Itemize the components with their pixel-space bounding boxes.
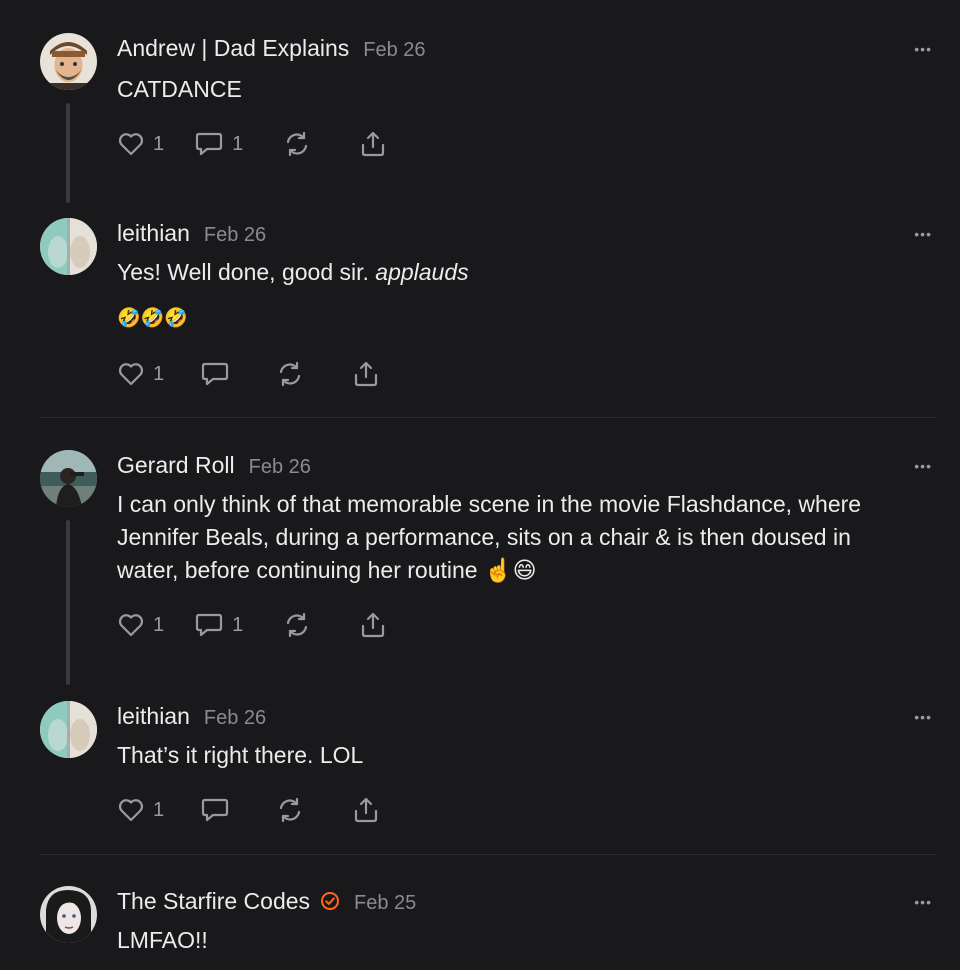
more-options-icon[interactable]: ••• [914,894,932,910]
author-name[interactable]: leithian [117,703,190,729]
comment-body-text: Yes! Well done, good sir. [117,259,376,285]
share-icon [355,361,378,387]
like-button[interactable]: 1 [117,612,164,638]
comment-header: The Starfire Codes Feb 25 [117,888,416,916]
comment-actions: 1 [117,359,380,389]
comment-bubble-icon [202,798,229,822]
restack-icon [287,612,308,638]
heart-icon [118,363,144,386]
more-options-icon[interactable]: ••• [914,41,932,57]
author-name[interactable]: Andrew | Dad Explains [117,35,349,61]
like-count: 1 [153,362,165,385]
like-button[interactable]: 1 [117,361,164,387]
restack-icon [280,797,301,823]
comment-body: LMFAO!! [117,927,208,953]
heart-icon [118,614,144,637]
comment-date[interactable]: Feb 26 [363,39,425,61]
comment-actions: 1 [117,795,380,825]
more-options-icon[interactable]: ••• [914,226,932,242]
heart-icon [118,799,144,822]
reply-count: 1 [232,132,244,155]
like-count: 1 [153,798,165,821]
reply-button[interactable] [200,796,230,824]
comment-body: Yes! Well done, good sir. applauds [117,256,917,289]
comment-bubble-icon [202,362,229,386]
reply-count: 1 [232,613,244,636]
reply-button[interactable]: 1 [194,611,243,639]
comment-emoji: 🤣🤣🤣 [117,308,188,329]
like-count: 1 [153,613,165,636]
thread-line [66,520,70,685]
more-options-icon[interactable]: ••• [914,458,932,474]
comment-header: Gerard Roll Feb 26 [117,452,311,479]
share-icon [362,131,385,157]
more-options-icon[interactable]: ••• [914,709,932,725]
divider [40,854,937,855]
reply-button[interactable]: 1 [194,130,243,158]
heart-icon [118,133,144,156]
restack-button[interactable] [283,611,311,639]
share-button[interactable] [359,611,387,639]
comment-body-italic: applauds [375,259,469,285]
like-button[interactable]: 1 [117,797,164,823]
comment-bubble-icon [196,613,223,637]
avatar[interactable] [40,701,97,758]
comment-header: Andrew | Dad Explains Feb 26 [117,35,426,62]
share-button[interactable] [352,360,380,388]
comment-body: CATDANCE [117,76,242,102]
reply-button[interactable] [200,360,230,388]
comment-actions: 1 1 [117,610,387,640]
like-count: 1 [153,132,165,155]
author-name[interactable]: leithian [117,220,190,246]
comment-date[interactable]: Feb 25 [354,892,416,914]
restack-button[interactable] [276,796,304,824]
share-icon [355,797,378,823]
comment-header: leithian Feb 26 [117,703,266,730]
restack-button[interactable] [283,130,311,158]
comment-bubble-icon [196,132,223,156]
comment-body: I can only think of that memorable scene… [117,491,862,583]
avatar[interactable] [40,450,97,507]
restack-icon [280,361,301,387]
share-button[interactable] [359,130,387,158]
like-button[interactable]: 1 [117,131,164,157]
divider [40,417,937,418]
thread-line [66,103,70,203]
comment-actions: 1 1 [117,129,387,159]
avatar[interactable] [40,33,97,90]
comment-date[interactable]: Feb 26 [204,707,266,729]
restack-button[interactable] [276,360,304,388]
author-name[interactable]: Gerard Roll [117,452,235,478]
avatar[interactable] [40,886,97,943]
comment-date[interactable]: Feb 26 [249,456,311,478]
verified-check-icon [320,891,340,916]
comment-body: That’s it right there. LOL [117,742,364,768]
restack-icon [287,131,308,157]
avatar[interactable] [40,218,97,275]
share-icon [362,612,385,638]
comment-header: leithian Feb 26 [117,220,266,247]
share-button[interactable] [352,796,380,824]
author-name[interactable]: The Starfire Codes [117,888,310,914]
comment-date[interactable]: Feb 26 [204,224,266,246]
